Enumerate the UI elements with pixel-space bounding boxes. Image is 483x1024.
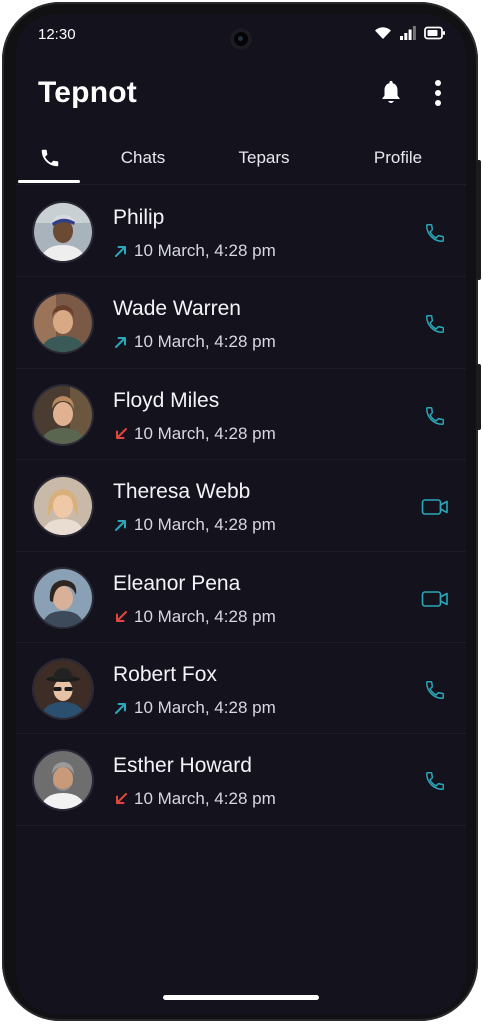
phone-outline-icon xyxy=(426,680,444,699)
avatar xyxy=(34,659,92,718)
outgoing-call-arrow-icon xyxy=(115,337,126,349)
phone-outline-icon xyxy=(426,315,444,334)
video-call-button[interactable] xyxy=(420,586,450,612)
more-vertical-icon[interactable] xyxy=(424,78,452,108)
avatar xyxy=(34,294,92,353)
phone-frame: 12:30 Tepnot Chats Tepars Profile Philip… xyxy=(2,2,481,1021)
volume-button xyxy=(476,160,481,280)
call-meta: 10 March, 4:28 pm xyxy=(114,515,276,535)
missed-call-arrow-icon xyxy=(116,427,127,439)
app-title: Tepnot xyxy=(38,76,137,109)
contact-name: Philip xyxy=(113,206,165,229)
call-meta: 10 March, 4:28 pm xyxy=(114,698,276,718)
call-row[interactable]: Theresa Webb 10 March, 4:28 pm xyxy=(16,460,466,552)
video-camera-icon xyxy=(421,499,448,515)
call-time: 10 March, 4:28 pm xyxy=(134,515,276,535)
contact-name: Floyd Miles xyxy=(113,388,220,412)
call-meta: 10 March, 4:28 pm xyxy=(114,424,276,444)
voice-call-button[interactable] xyxy=(420,768,450,794)
avatar xyxy=(34,568,92,627)
outgoing-call-arrow-icon xyxy=(115,520,126,532)
contact-name: Robert Fox xyxy=(113,662,217,686)
voice-call-button[interactable] xyxy=(420,677,450,703)
battery-icon xyxy=(424,26,445,40)
phone-outline-icon xyxy=(426,224,444,242)
call-meta: 10 March, 4:28 pm xyxy=(114,607,276,627)
tab-calls[interactable] xyxy=(18,132,82,184)
tab-chats[interactable]: Chats xyxy=(98,132,188,184)
video-camera-icon xyxy=(421,590,448,607)
wifi-icon xyxy=(375,27,391,39)
missed-call-arrow-icon xyxy=(116,793,127,805)
bell-icon[interactable] xyxy=(378,80,404,106)
call-row[interactable]: Esther Howard 10 March, 4:28 pm xyxy=(16,734,466,826)
call-row[interactable]: Philip 10 March, 4:28 pm xyxy=(16,186,466,278)
contact-name: Theresa Webb xyxy=(113,480,251,504)
tab-tepars[interactable]: Tepars xyxy=(216,132,312,184)
home-indicator[interactable] xyxy=(163,995,319,1000)
voice-call-button[interactable] xyxy=(420,403,450,429)
call-time: 10 March, 4:28 pm xyxy=(134,423,276,443)
active-tab-indicator xyxy=(18,180,80,183)
power-button xyxy=(476,364,481,430)
call-meta: 10 March, 4:28 pm xyxy=(114,332,276,352)
status-bar: 12:30 xyxy=(16,14,466,54)
voice-call-button[interactable] xyxy=(420,311,450,337)
status-time: 12:30 xyxy=(38,26,76,43)
tabs-divider xyxy=(16,184,466,185)
contact-name: Eleanor Pena xyxy=(113,571,241,595)
call-row[interactable]: Robert Fox 10 March, 4:28 pm xyxy=(16,643,466,735)
avatar xyxy=(34,751,92,810)
call-list: Philip 10 March, 4:28 pm Wade Warren 10 … xyxy=(16,186,466,826)
call-meta: 10 March, 4:28 pm xyxy=(114,789,276,809)
missed-call-arrow-icon xyxy=(116,610,127,622)
video-call-button[interactable] xyxy=(420,494,450,520)
outgoing-call-arrow-icon xyxy=(115,246,126,257)
outgoing-call-arrow-icon xyxy=(115,702,126,714)
contact-name: Esther Howard xyxy=(113,754,252,778)
avatar xyxy=(34,385,92,444)
call-meta: 10 March, 4:28 pm xyxy=(114,241,276,261)
screen: 12:30 Tepnot Chats Tepars Profile Philip… xyxy=(16,14,466,1014)
app-bar: Tepnot xyxy=(16,62,466,124)
signal-icon xyxy=(400,26,416,40)
call-time: 10 March, 4:28 pm xyxy=(134,332,276,352)
call-time: 10 March, 4:28 pm xyxy=(134,697,276,717)
contact-name: Wade Warren xyxy=(113,297,241,321)
call-row[interactable]: Floyd Miles 10 March, 4:28 pm xyxy=(16,369,466,461)
call-row[interactable]: Wade Warren 10 March, 4:28 pm xyxy=(16,277,466,369)
call-time: 10 March, 4:28 pm xyxy=(134,606,276,626)
avatar xyxy=(34,203,92,261)
tab-profile[interactable]: Profile xyxy=(352,132,444,184)
phone-outline-icon xyxy=(426,406,444,425)
voice-call-button[interactable] xyxy=(420,220,450,246)
front-camera xyxy=(230,28,252,50)
tab-bar: Chats Tepars Profile xyxy=(16,132,466,184)
call-time: 10 March, 4:28 pm xyxy=(134,241,276,260)
avatar xyxy=(34,477,92,536)
phone-icon xyxy=(41,149,59,167)
phone-outline-icon xyxy=(426,772,444,791)
status-icons xyxy=(374,26,446,40)
call-time: 10 March, 4:28 pm xyxy=(134,789,276,809)
call-row[interactable]: Eleanor Pena 10 March, 4:28 pm xyxy=(16,552,466,643)
